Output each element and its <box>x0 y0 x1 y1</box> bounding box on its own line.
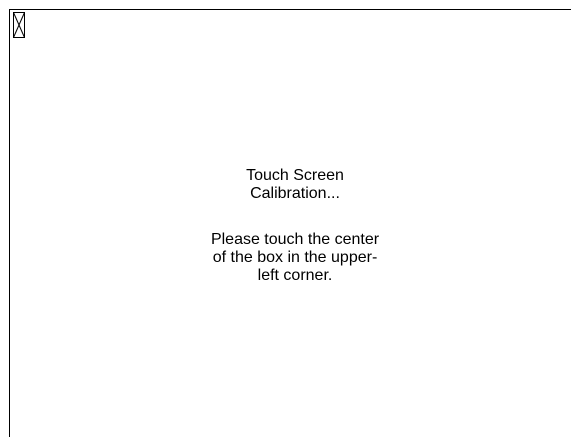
calibration-message: Touch Screen Calibration... Please touch… <box>0 167 571 285</box>
instruction-line-3: left corner. <box>257 267 333 284</box>
calibration-target-box-icon[interactable] <box>10 10 28 40</box>
instruction-line-1: Please touch the center <box>210 231 380 248</box>
calibration-screen[interactable]: Touch Screen Calibration... Please touch… <box>0 0 571 437</box>
title-line-1: Touch Screen <box>246 167 344 184</box>
title-line-2: Calibration... <box>250 185 340 202</box>
instruction-line-2: of the box in the upper- <box>212 249 378 266</box>
frame-top-edge <box>10 9 571 10</box>
message-spacer <box>0 203 571 231</box>
target-box-graphic <box>13 12 25 38</box>
